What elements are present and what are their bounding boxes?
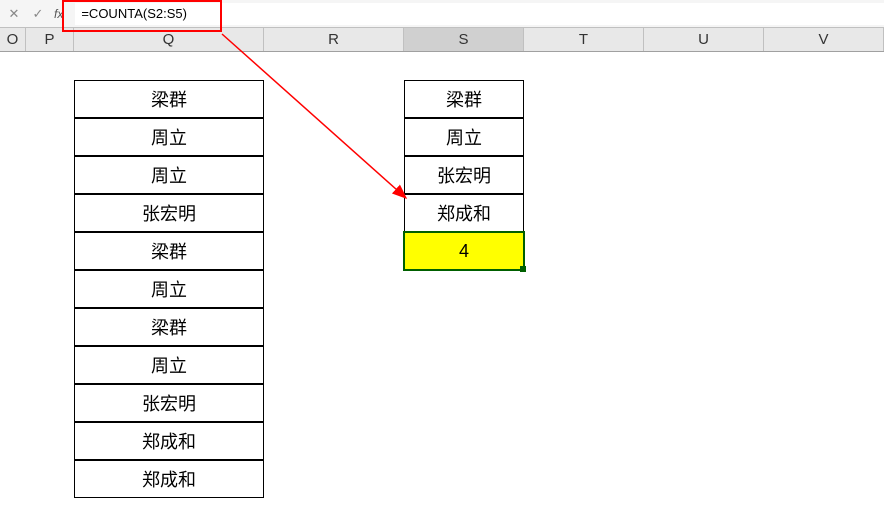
col-header-u[interactable]: U bbox=[644, 28, 764, 51]
cell-q10[interactable]: 张宏明 bbox=[74, 384, 264, 422]
cell-q6[interactable]: 梁群 bbox=[74, 232, 264, 270]
cell-q5[interactable]: 张宏明 bbox=[74, 194, 264, 232]
col-header-s[interactable]: S bbox=[404, 28, 524, 51]
fx-label[interactable]: fx bbox=[54, 7, 63, 21]
cell-q9[interactable]: 周立 bbox=[74, 346, 264, 384]
col-header-t[interactable]: T bbox=[524, 28, 644, 51]
formula-input-container bbox=[75, 0, 884, 27]
formula-input[interactable] bbox=[75, 3, 884, 25]
cell-q8[interactable]: 梁群 bbox=[74, 308, 264, 346]
cell-q3[interactable]: 周立 bbox=[74, 118, 264, 156]
col-header-p[interactable]: P bbox=[26, 28, 74, 51]
cell-s5[interactable]: 郑成和 bbox=[404, 194, 524, 232]
cell-q2[interactable]: 梁群 bbox=[74, 80, 264, 118]
formula-bar-buttons: ✕ ✓ fx bbox=[0, 6, 75, 22]
cell-q4[interactable]: 周立 bbox=[74, 156, 264, 194]
cell-s6[interactable]: 4 bbox=[404, 232, 524, 270]
col-header-r[interactable]: R bbox=[264, 28, 404, 51]
fill-handle[interactable] bbox=[520, 266, 526, 272]
cell-s2[interactable]: 梁群 bbox=[404, 80, 524, 118]
cell-q7[interactable]: 周立 bbox=[74, 270, 264, 308]
cell-q12[interactable]: 郑成和 bbox=[74, 460, 264, 498]
cell-s3[interactable]: 周立 bbox=[404, 118, 524, 156]
col-header-o[interactable]: O bbox=[0, 28, 26, 51]
accept-icon[interactable]: ✓ bbox=[30, 6, 46, 22]
column-headers: O P Q R S T U V bbox=[0, 28, 884, 52]
cell-s4[interactable]: 张宏明 bbox=[404, 156, 524, 194]
formula-bar: ✕ ✓ fx bbox=[0, 0, 884, 28]
col-header-v[interactable]: V bbox=[764, 28, 884, 51]
cell-q11[interactable]: 郑成和 bbox=[74, 422, 264, 460]
cancel-icon[interactable]: ✕ bbox=[6, 6, 22, 22]
col-header-q[interactable]: Q bbox=[74, 28, 264, 51]
